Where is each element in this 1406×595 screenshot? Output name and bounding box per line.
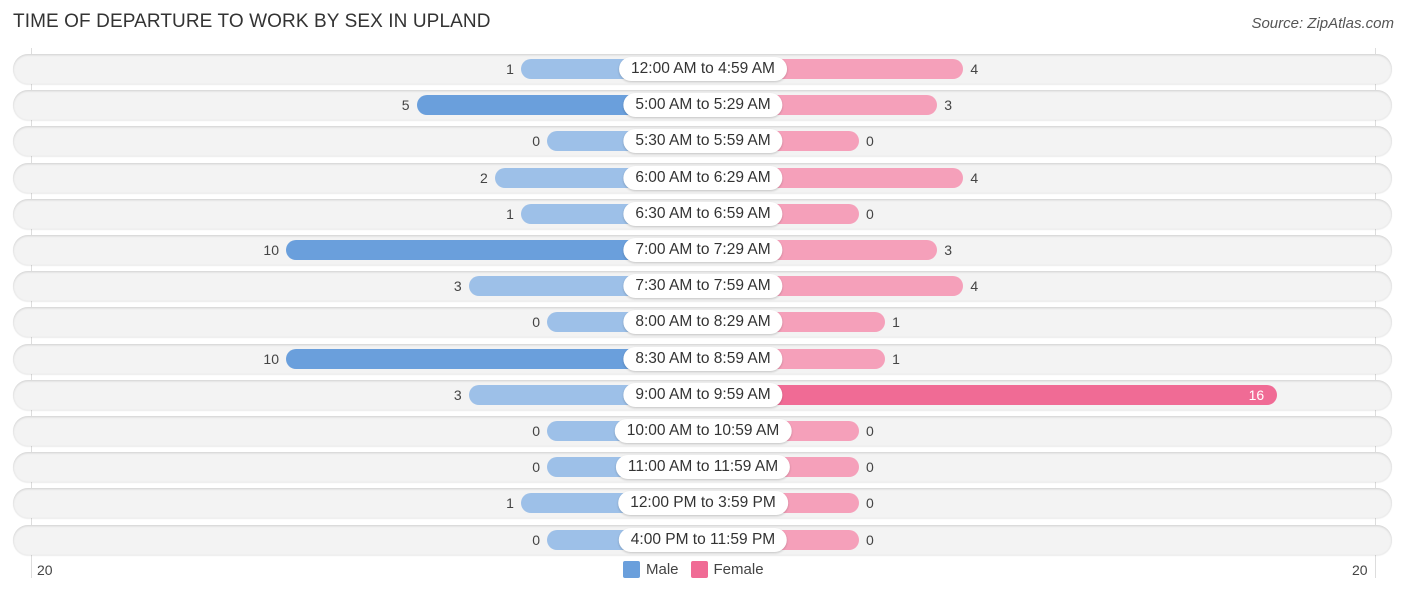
category-label: 10:00 AM to 10:59 AM: [614, 419, 792, 443]
value-label-male: 1: [506, 61, 514, 77]
value-label-male: 2: [480, 169, 488, 186]
value-label-male: 1: [506, 205, 514, 222]
value-label-male: 0: [532, 531, 540, 548]
value-label-male: 3: [453, 278, 462, 295]
category-label: 6:30 AM to 6:59 AM: [623, 201, 783, 226]
category-label: 4:00 PM to 11:59 PM: [618, 527, 788, 552]
axis-label-right: 20: [1352, 562, 1368, 578]
value-label-female: 3: [944, 97, 953, 114]
value-label-female: 16: [1248, 386, 1265, 403]
value-label-male: 0: [532, 423, 540, 439]
value-label-male: 10: [263, 350, 279, 367]
value-label-female: 0: [866, 133, 874, 150]
value-label-female: 4: [970, 278, 979, 295]
category-label: 9:00 AM to 9:59 AM: [623, 382, 783, 407]
value-label-female: 1: [892, 350, 900, 367]
value-label-male: 0: [532, 314, 540, 331]
category-label: 12:00 PM to 3:59 PM: [618, 491, 788, 516]
legend: Male Female: [623, 561, 764, 578]
bar-female: [703, 384, 1277, 405]
axis-label-left: 20: [37, 562, 53, 578]
value-label-male: 10: [263, 242, 279, 258]
legend-swatch-male: [623, 561, 640, 578]
value-label-male: 1: [506, 495, 514, 512]
category-label: 6:00 AM to 6:29 AM: [623, 165, 783, 190]
category-label: 12:00 AM to 4:59 AM: [619, 57, 787, 81]
value-label-female: 4: [970, 169, 979, 186]
value-label-female: 0: [866, 459, 874, 476]
chart-title: TIME OF DEPARTURE TO WORK BY SEX IN UPLA…: [13, 11, 491, 32]
value-label-male: 5: [401, 97, 410, 114]
value-label-female: 0: [866, 531, 874, 548]
value-label-male: 0: [532, 459, 540, 476]
source-label: Source: ZipAtlas.com: [1251, 15, 1394, 32]
value-label-female: 4: [970, 61, 979, 77]
value-label-female: 0: [866, 495, 874, 512]
category-label: 8:30 AM to 8:59 AM: [623, 346, 783, 371]
value-label-male: 3: [453, 386, 462, 403]
legend-label-male: Male: [646, 561, 679, 578]
value-label-male: 0: [532, 133, 540, 150]
value-label-female: 0: [866, 205, 874, 222]
category-label: 8:00 AM to 8:29 AM: [623, 310, 783, 335]
category-label: 5:00 AM to 5:29 AM: [623, 93, 783, 118]
category-label: 11:00 AM to 11:59 AM: [615, 455, 791, 480]
value-label-female: 3: [944, 242, 953, 258]
category-label: 5:30 AM to 5:59 AM: [623, 129, 783, 154]
category-label: 7:00 AM to 7:29 AM: [623, 238, 783, 262]
value-label-female: 0: [866, 423, 874, 439]
legend-swatch-female: [690, 561, 708, 578]
value-label-female: 1: [892, 314, 900, 331]
category-label: 7:30 AM to 7:59 AM: [623, 274, 783, 299]
legend-label-female: Female: [713, 561, 764, 578]
